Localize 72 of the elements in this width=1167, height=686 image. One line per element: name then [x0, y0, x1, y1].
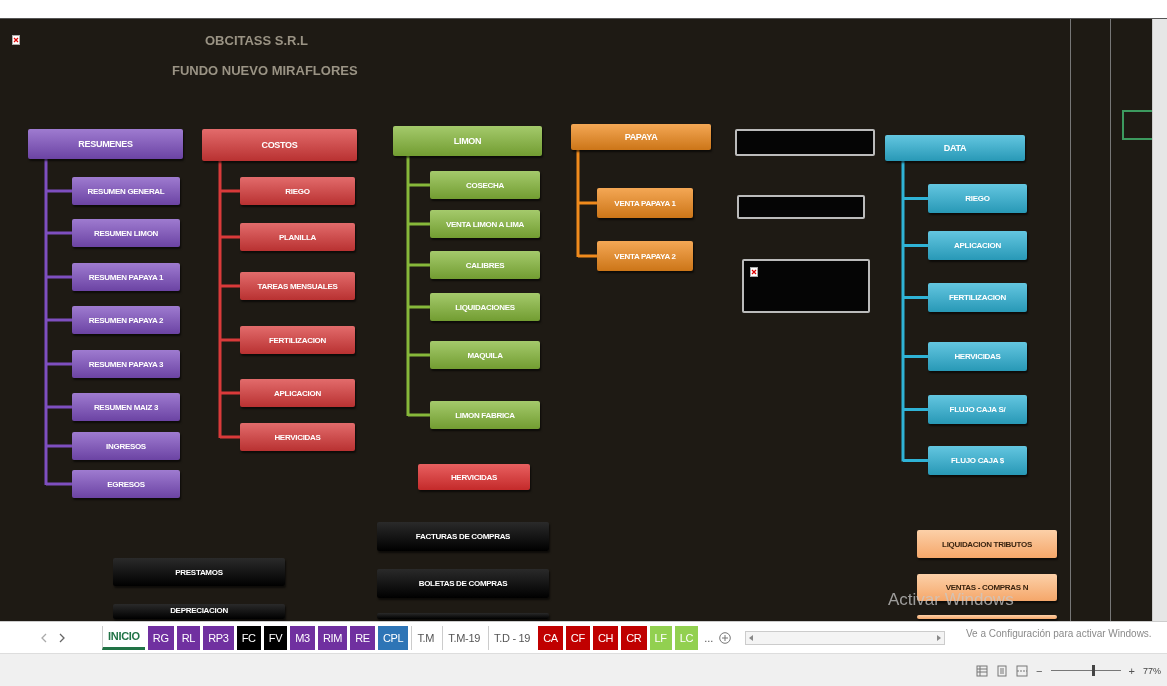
sheet-tab[interactable]: CR	[621, 625, 647, 650]
link-button[interactable]: LIMON FABRICA	[430, 401, 540, 429]
next-sheet-icon[interactable]	[58, 632, 66, 643]
link-button[interactable]: TAREAS MENSUALES	[240, 272, 355, 300]
link-button[interactable]: HERVICIDAS	[418, 464, 530, 490]
slider-thumb[interactable]	[1091, 665, 1095, 676]
link-button[interactable]: BOLETAS DE COMPRAS	[377, 569, 549, 598]
link-button[interactable]: VENTA PAPAYA 1	[597, 188, 693, 218]
sheet-tab[interactable]: CPL	[377, 625, 409, 650]
page-layout-icon[interactable]	[996, 664, 1009, 677]
page-break-icon[interactable]	[1016, 664, 1029, 677]
vertical-scrollbar[interactable]	[1152, 19, 1167, 621]
activation-text: Ve a Configuración para activar Windows.	[966, 628, 1152, 639]
link-button[interactable]: RESUMEN GENERAL	[72, 177, 180, 205]
link-button[interactable]: MAQUILA	[430, 341, 540, 369]
zoom-level[interactable]: 77%	[1143, 665, 1161, 676]
link-button[interactable]: HERVICIDAS	[240, 423, 355, 451]
link-button[interactable]: COSECHA	[430, 171, 540, 199]
previous-sheet-icon[interactable]	[40, 632, 48, 643]
sheet-tab[interactable]: CF	[565, 625, 590, 650]
link-button[interactable]: LIQUIDACION TRIBUTOS	[917, 530, 1057, 558]
category-button[interactable]: LIMON	[393, 126, 542, 156]
link-button[interactable]: LIQUIDACIONES	[430, 293, 540, 321]
link-button[interactable]: VENTA PAPAYA 2	[597, 241, 693, 271]
new-sheet-icon[interactable]	[719, 631, 732, 644]
sheet-tab[interactable]: FC	[236, 625, 261, 650]
broken-image-icon	[12, 35, 20, 45]
sheet-tab[interactable]: RE	[350, 625, 375, 650]
scroll-left-icon	[748, 633, 755, 642]
link-button[interactable]: FERTILIZACION	[240, 326, 355, 354]
category-button[interactable]: COSTOS	[202, 129, 357, 161]
more-tabs[interactable]: ...	[704, 631, 714, 644]
link-button[interactable]: HERVICIDAS	[928, 342, 1027, 371]
link-button[interactable]: DEPRECIACION	[113, 604, 285, 619]
category-button[interactable]: PAPAYA	[571, 124, 711, 150]
link-button[interactable]: INGRESOS	[72, 432, 180, 460]
sheet-tab[interactable]: RG	[147, 625, 174, 650]
link-button[interactable]: RESUMEN PAPAYA 3	[72, 350, 180, 378]
link-button[interactable]: APLICACION	[928, 231, 1027, 260]
sheet-tab[interactable]: RL	[176, 625, 201, 650]
link-button[interactable]: FLUJO CAJA $	[928, 446, 1027, 475]
normal-view-icon[interactable]	[976, 664, 989, 677]
sheet-tab[interactable]: FV	[263, 625, 288, 650]
link-button[interactable]: FLUJO CAJA S/	[928, 395, 1027, 424]
category-button[interactable]: RESUMENES	[28, 129, 183, 159]
sheet-tab[interactable]: CA	[538, 625, 563, 650]
category-button[interactable]: DATA	[885, 135, 1025, 161]
link-button[interactable]: PLANILLA	[240, 223, 355, 251]
link-button[interactable]: RESUMEN MAIZ 3	[72, 393, 180, 421]
sheet-tab[interactable]: RP3	[203, 625, 234, 650]
link-button[interactable]: RESUMEN LIMON	[72, 219, 180, 247]
broken-image-icon	[750, 267, 758, 277]
zoom-out-button[interactable]: −	[1036, 664, 1043, 677]
horizontal-scrollbar[interactable]	[745, 630, 946, 645]
scroll-right-icon	[936, 633, 943, 642]
sheet-tab[interactable]: CH	[592, 625, 619, 650]
sheet-title: OBCITASS S.R.L	[205, 33, 309, 48]
sheet-tab[interactable]: M3	[290, 625, 315, 650]
zoom-in-button[interactable]: +	[1128, 664, 1135, 677]
link-button[interactable]: PRESTAMOS	[113, 558, 285, 586]
link-button[interactable]: RESUMEN PAPAYA 2	[72, 306, 180, 334]
link-button[interactable]: EGRESOS	[72, 470, 180, 498]
link-button[interactable]: FERTILIZACION	[928, 283, 1027, 312]
sheet-tab[interactable]: INICIO	[102, 625, 145, 650]
link-button[interactable]: FACTURAS DE COMPRAS	[377, 522, 549, 551]
link-button[interactable]: VENTA LIMON A LIMA	[430, 210, 540, 238]
link-button[interactable]: APLICACION	[240, 379, 355, 407]
link-button[interactable]: RESUMEN PAPAYA 1	[72, 263, 180, 291]
link-button[interactable]: RIEGO	[240, 177, 355, 205]
sheet-tab[interactable]: RIM	[317, 625, 348, 650]
link-button[interactable]: RIEGO	[928, 184, 1027, 213]
sheet-subtitle: FUNDO NUEVO MIRAFLORES	[172, 63, 358, 78]
